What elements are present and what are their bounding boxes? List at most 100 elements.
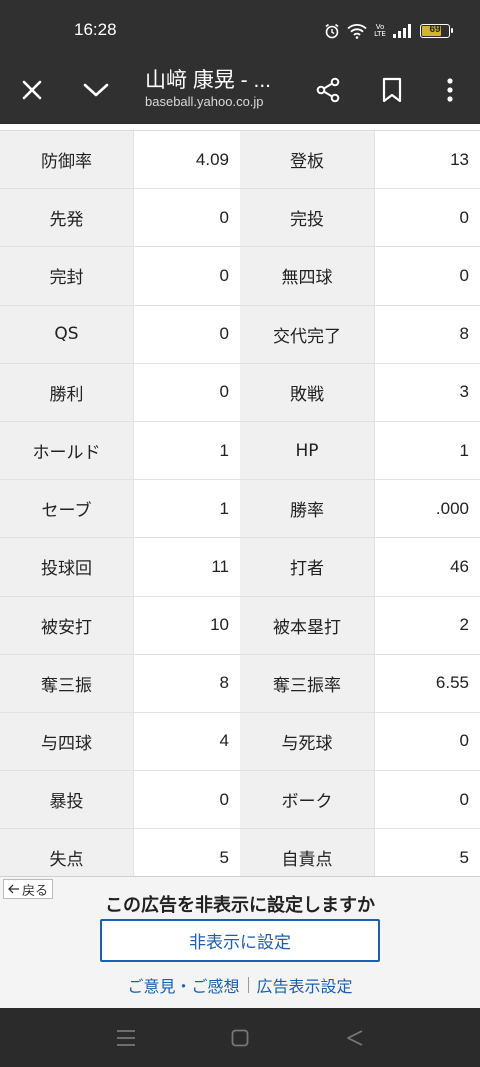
table-row: 完封 0 無四球 0 <box>0 247 480 306</box>
stat-value: 0 <box>375 771 480 829</box>
home-icon <box>231 1029 249 1047</box>
battery-level: 69 <box>429 24 441 35</box>
recent-apps-icon <box>117 1030 135 1046</box>
pitching-stats-table: 防御率 4.09 登板 13 先発 0 完投 0 完封 0 無四球 0 QS 0… <box>0 130 480 876</box>
more-vert-icon <box>447 78 453 102</box>
stat-value: 1 <box>134 480 240 538</box>
back-nav-button[interactable] <box>343 1026 367 1050</box>
stat-value: 5 <box>134 829 240 876</box>
stat-value: 0 <box>134 771 240 829</box>
stat-value: 46 <box>375 538 480 596</box>
stat-label: 投球回 <box>0 538 134 596</box>
share-icon <box>316 77 340 103</box>
alarm-icon <box>325 23 339 39</box>
bookmark-button[interactable] <box>372 70 412 110</box>
stat-label: ボーク <box>240 771 375 829</box>
stat-value: 0 <box>375 189 480 247</box>
close-icon <box>22 80 42 100</box>
status-icons: Vo LTE 69 <box>324 20 453 42</box>
stat-label: 登板 <box>240 131 375 189</box>
page-content: 防御率 4.09 登板 13 先発 0 完投 0 完封 0 無四球 0 QS 0… <box>0 124 480 876</box>
battery-icon: 69 <box>420 24 453 38</box>
stat-label: 暴投 <box>0 771 134 829</box>
stat-label: 打者 <box>240 538 375 596</box>
stat-label: セーブ <box>0 480 134 538</box>
more-options-button[interactable] <box>430 70 470 110</box>
stat-value: 6.55 <box>375 654 480 712</box>
status-time: 16:28 <box>74 20 117 39</box>
hide-ad-button[interactable]: 非表示に設定 <box>100 919 380 962</box>
stat-label: 勝利 <box>0 363 134 421</box>
stat-label: 先発 <box>0 189 134 247</box>
stat-label: 防御率 <box>0 131 134 189</box>
status-bar: 16:28 Vo LTE 69 <box>0 0 480 56</box>
link-divider <box>247 977 249 993</box>
stat-label: 与四球 <box>0 712 134 771</box>
stat-value: 4 <box>134 712 240 771</box>
share-button[interactable] <box>308 70 348 110</box>
stat-label: 完投 <box>240 189 375 247</box>
stat-label: HP <box>240 421 375 480</box>
stat-value: 1 <box>134 421 240 480</box>
stat-value: 3 <box>375 363 480 421</box>
stat-value: 11 <box>134 538 240 596</box>
feedback-link[interactable]: ご意見・ご感想 <box>127 973 239 997</box>
ad-links: ご意見・ご感想 広告表示設定 <box>0 973 480 997</box>
stat-value: 1 <box>375 421 480 480</box>
ad-panel-title: この広告を非表示に設定しますか <box>105 895 375 916</box>
stat-value: 8 <box>134 654 240 712</box>
page-url[interactable]: baseball.yahoo.co.jp <box>145 94 280 109</box>
stat-label: 敗戦 <box>240 363 375 421</box>
table-row: セーブ 1 勝率 .000 <box>0 480 480 539</box>
stat-label: 被安打 <box>0 596 134 654</box>
back-icon <box>347 1030 363 1046</box>
table-row: 投球回 11 打者 46 <box>0 538 480 597</box>
stat-value: .000 <box>375 480 480 538</box>
stat-label: 奪三振率 <box>240 654 375 712</box>
stat-label: 完封 <box>0 247 134 305</box>
browser-toolbar: 山﨑 康晃 - ... baseball.yahoo.co.jp <box>0 56 480 124</box>
system-nav-bar <box>0 1008 480 1067</box>
table-row: 暴投 0 ボーク 0 <box>0 771 480 830</box>
close-button[interactable] <box>12 70 52 110</box>
stat-value: 0 <box>375 247 480 305</box>
ad-settings-link[interactable]: 広告表示設定 <box>257 973 353 997</box>
home-button[interactable] <box>228 1026 252 1050</box>
stat-label: 勝率 <box>240 480 375 538</box>
stat-label: 交代完了 <box>240 305 375 363</box>
table-row: 勝利 0 敗戦 3 <box>0 363 480 422</box>
table-row: 奪三振 8 奪三振率 6.55 <box>0 654 480 713</box>
stat-label: 失点 <box>0 829 134 876</box>
wifi-icon <box>347 24 367 39</box>
stat-label: 与死球 <box>240 712 375 771</box>
stat-value: 0 <box>375 712 480 771</box>
table-row: QS 0 交代完了 8 <box>0 305 480 364</box>
collapse-button[interactable] <box>76 70 116 110</box>
table-row: 防御率 4.09 登板 13 <box>0 131 480 190</box>
stat-value: 5 <box>375 829 480 876</box>
stat-label: 奪三振 <box>0 654 134 712</box>
stat-value: 0 <box>134 189 240 247</box>
stat-label: 無四球 <box>240 247 375 305</box>
stat-value: 4.09 <box>134 131 240 189</box>
stat-value: 8 <box>375 305 480 363</box>
stat-value: 0 <box>134 247 240 305</box>
stat-label: ホールド <box>0 421 134 480</box>
recent-apps-button[interactable] <box>114 1026 138 1050</box>
table-row: 与四球 4 与死球 0 <box>0 712 480 772</box>
chevron-down-icon <box>83 83 109 97</box>
volte-icon: Vo LTE <box>374 23 386 38</box>
table-row: 失点 5 自責点 5 <box>0 829 480 876</box>
stat-value: 2 <box>375 596 480 654</box>
table-row: ホールド 1 HP 1 <box>0 421 480 481</box>
stat-value: 10 <box>134 596 240 654</box>
signal-icon <box>393 24 411 38</box>
stat-value: 0 <box>134 305 240 363</box>
page-title[interactable]: 山﨑 康晃 - ... <box>145 64 271 94</box>
stat-value: 0 <box>134 363 240 421</box>
bookmark-icon <box>382 77 402 103</box>
table-row: 先発 0 完投 0 <box>0 189 480 248</box>
table-row: 被安打 10 被本塁打 2 <box>0 596 480 655</box>
stat-value: 13 <box>375 131 480 189</box>
ad-hide-panel: 戻る この広告を非表示に設定しますか 非表示に設定 ご意見・ご感想 広告表示設定 <box>0 876 480 1008</box>
